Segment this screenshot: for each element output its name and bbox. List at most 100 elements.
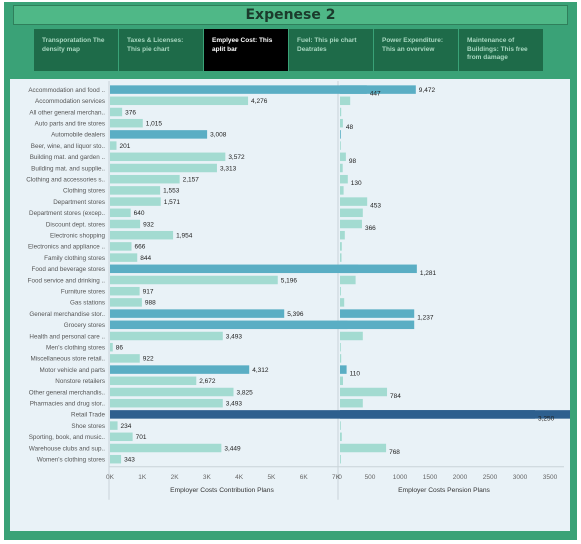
pension-bar <box>340 264 417 274</box>
category-label: Electronics and appliance .. <box>28 244 105 251</box>
pension-bar <box>340 163 343 173</box>
pension-bar <box>340 432 342 442</box>
pension-bar <box>340 309 415 318</box>
pension-bar <box>340 174 348 184</box>
contribution-value-label: 640 <box>134 210 145 217</box>
category-label: Other general merchandis.. <box>29 389 106 396</box>
pension-tick-label: 3500 <box>543 474 558 481</box>
pension-bar <box>340 242 342 251</box>
contribution-bar <box>110 443 222 453</box>
category-label: Health and personal care .. <box>29 333 105 340</box>
contribution-bar <box>110 298 142 307</box>
contribution-value-label: 1,954 <box>176 233 193 240</box>
contribution-value-label: 988 <box>145 300 156 307</box>
pension-bar <box>340 331 363 341</box>
pension-bar <box>340 107 342 117</box>
contribution-bar <box>110 454 122 464</box>
pension-bar <box>340 197 368 206</box>
category-label: Sporting, book, and music.. <box>29 434 106 441</box>
contribution-value-label: 922 <box>143 356 154 363</box>
contribution-value-label: 2,672 <box>199 378 216 385</box>
pension-bar <box>340 298 345 307</box>
contribution-bar <box>110 197 161 206</box>
contribution-value-label: 3,008 <box>210 132 227 139</box>
tab-power-expenditure[interactable]: Power Expenditure: This an overview <box>374 29 458 71</box>
pension-bar <box>340 96 351 106</box>
contribution-bar <box>110 421 118 430</box>
pension-value-label: 768 <box>389 449 400 456</box>
pension-tick-label: 1000 <box>393 474 408 481</box>
contribution-value-label: 3,449 <box>224 445 241 452</box>
tab-fuel[interactable]: Fuel: This pie chart Deatrates <box>289 29 373 71</box>
contribution-value-label: 3,572 <box>228 154 245 161</box>
category-label: Family clothing stores <box>44 255 105 262</box>
contribution-bar <box>110 230 174 240</box>
category-label: Accommodation and food .. <box>28 87 105 94</box>
contribution-value-label: 9,472 <box>419 87 436 94</box>
category-label: Miscellaneous store retail.. <box>30 356 105 363</box>
contribution-tick-label: 1K <box>138 474 147 481</box>
category-label: Electronic shopping <box>50 233 105 240</box>
contribution-value-label: 1,015 <box>146 121 163 128</box>
pension-bar <box>340 410 535 419</box>
contribution-bar <box>110 354 140 363</box>
category-label: Motor vehicle and parts <box>40 367 105 374</box>
pension-bar <box>340 376 343 386</box>
contribution-bar <box>110 96 249 106</box>
pension-bar <box>340 208 363 218</box>
category-label: Food and beverage stores <box>31 266 105 273</box>
category-label: Building mat. and supplie.. <box>31 165 105 172</box>
contribution-value-label: 2,157 <box>183 177 200 184</box>
pension-bar <box>340 320 415 330</box>
contribution-tick-label: 3K <box>203 474 212 481</box>
contribution-tick-label: 4K <box>235 474 244 481</box>
contribution-bar <box>110 118 143 128</box>
pension-value-label: 453 <box>370 203 381 210</box>
pension-value-label: 1,281 <box>420 270 437 277</box>
tab-transportation[interactable]: Transporatation The density map <box>34 29 118 71</box>
category-label: Clothing and accessories s.. <box>26 177 105 184</box>
pension-tick-label: 3000 <box>513 474 528 481</box>
contribution-value-label: 844 <box>140 255 151 262</box>
contribution-bar <box>110 264 359 274</box>
contribution-bar <box>110 342 113 352</box>
pension-bar <box>340 275 356 285</box>
category-label: Shoe stores <box>71 423 105 430</box>
tab-bar: Transporatation The density map Taxes & … <box>34 29 544 71</box>
contribution-bar <box>110 275 278 285</box>
tab-employee-cost[interactable]: Emplyee Cost: This aplit bar <box>204 29 288 71</box>
category-label: Men's clothing stores <box>46 345 105 352</box>
category-label: Department stores (excep.. <box>29 210 105 217</box>
category-label: Pharmacies and drug stor.. <box>30 401 106 408</box>
pension-value-label: 1,237 <box>417 315 434 322</box>
tab-taxes-licenses[interactable]: Taxes & Licenses: This pie chart <box>119 29 203 71</box>
pension-bar <box>340 253 342 262</box>
pension-bar <box>340 387 388 397</box>
contribution-tick-label: 0K <box>106 474 115 481</box>
contribution-bar <box>110 152 226 162</box>
contribution-value-label: 3,313 <box>220 165 237 172</box>
pension-bar <box>340 186 344 195</box>
contribution-value-label: 4,312 <box>252 367 269 374</box>
category-label: Department stores <box>53 199 105 206</box>
pension-tick-label: 2500 <box>483 474 498 481</box>
contribution-value-label: 376 <box>125 109 136 116</box>
pension-tick-label: 500 <box>365 474 376 481</box>
pension-bar <box>340 342 341 352</box>
category-label: Women's clothing stores <box>37 457 105 464</box>
pension-value-label: 447 <box>370 91 381 98</box>
category-label: Beer, wine, and liquor sto.. <box>31 143 105 150</box>
contribution-value-label: 86 <box>116 345 124 352</box>
category-label: Building mat. and garden .. <box>30 154 106 161</box>
pension-bar <box>340 141 341 150</box>
tab-maintenance-buildings[interactable]: Maintenance of Buildings: This free from… <box>459 29 543 71</box>
contribution-bar <box>110 432 133 442</box>
pension-bar <box>340 365 347 374</box>
contribution-value-label: 1,553 <box>163 188 180 195</box>
pension-bar <box>340 286 341 296</box>
category-label: Accommodation services <box>35 98 105 105</box>
category-label: Clothing stores <box>63 188 105 195</box>
category-label: Warehouse clubs and sup.. <box>29 445 105 452</box>
contribution-value-label: 666 <box>135 244 146 251</box>
category-label: Furniture stores <box>61 289 105 296</box>
